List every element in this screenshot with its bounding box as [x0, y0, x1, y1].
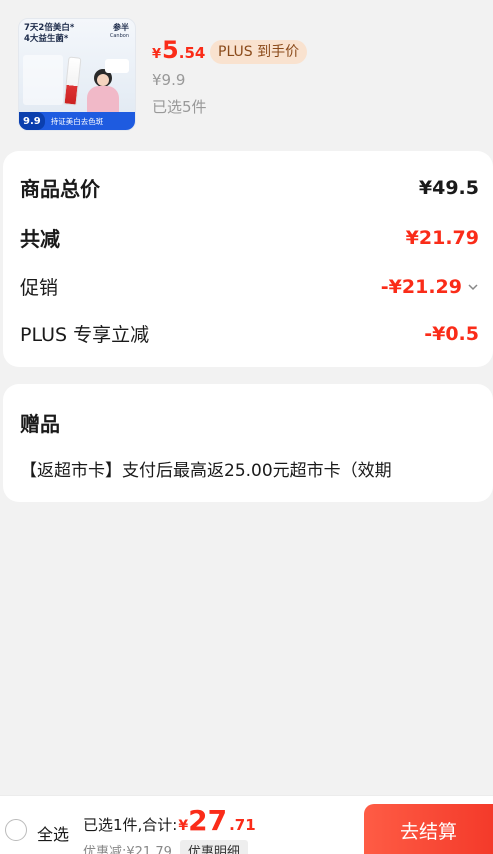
reduction-label: 共减 — [20, 227, 60, 251]
gift-title: 赠品 — [20, 412, 60, 436]
badge-graphic — [105, 59, 129, 73]
product-box-graphic — [23, 55, 63, 105]
plus-price-tag: PLUS 到手价 — [210, 40, 308, 64]
toothpaste-tube-graphic — [63, 56, 82, 106]
thumbnail-headline: 7天2倍美白* 4大益生菌* — [24, 23, 74, 45]
discount-text: 优惠减:¥21.79 — [83, 845, 172, 854]
promotion-value: -¥21.29 — [380, 275, 462, 298]
select-all-checkbox[interactable] — [5, 819, 27, 841]
endorser-graphic — [85, 69, 121, 115]
reduction-value: ¥21.79 — [405, 226, 479, 249]
plus-discount-row: PLUS 专享立减 -¥0.5 — [20, 320, 479, 347]
order-total-currency: ¥ — [178, 818, 189, 834]
thumbnail-brand-en: Canbon — [109, 33, 129, 39]
promotion-value-wrap[interactable]: -¥21.29 — [381, 276, 479, 298]
thumbnail-headline-1: 7天2倍美白* — [24, 23, 75, 33]
checkout-bar: 全选 已选1件,合计: ¥ 27 .71 优惠减:¥21.79 优惠明细 去结算 — [0, 795, 493, 854]
price-integer: 5 — [162, 36, 179, 64]
plus-price: ¥ 5 .54 — [152, 36, 205, 64]
plus-discount-value: -¥0.5 — [424, 322, 479, 345]
discount-detail-button[interactable]: 优惠明细 — [179, 840, 248, 854]
thumbnail-brand: 参半 Canbon — [110, 23, 129, 41]
thumbnail-banner: 9.9 持证美白去色斑 — [19, 112, 135, 130]
price-currency: ¥ — [152, 47, 162, 62]
total-price-value: ¥49.5 — [418, 176, 479, 199]
total-price-label: 商品总价 — [20, 177, 100, 201]
product-header: 7天2倍美白* 4大益生菌* 参半 Canbon 9.9 持证美白去色斑 ¥ 5… — [0, 0, 493, 144]
price-summary-card: 商品总价 ¥49.5 共减 ¥21.79 促销 -¥21.29 PLUS 专享立… — [3, 151, 493, 367]
select-all-label[interactable]: 全选 — [37, 821, 69, 845]
reduction-row: 共减 ¥21.79 — [20, 223, 479, 252]
price-decimal: .54 — [178, 44, 206, 62]
checkout-button[interactable]: 去结算 — [364, 804, 493, 854]
original-price: ¥9.9 — [152, 71, 186, 89]
order-total: 已选1件,合计: ¥ 27 .71 — [83, 804, 256, 837]
gift-description[interactable]: 【返超市卡】支付后最高返25.00元超市卡（效期 — [20, 456, 470, 481]
plus-discount-label: PLUS 专享立减 — [20, 324, 150, 346]
order-total-integer: 27 — [188, 804, 228, 837]
selected-count: 已选5件 — [152, 98, 207, 116]
discount-summary: 优惠减:¥21.79 优惠明细 — [83, 840, 248, 854]
total-price-row: 商品总价 ¥49.5 — [20, 173, 479, 202]
thumbnail-headline-2: 4大益生菌* — [24, 34, 69, 44]
product-thumbnail[interactable]: 7天2倍美白* 4大益生菌* 参半 Canbon 9.9 持证美白去色斑 — [18, 18, 136, 131]
promotion-label: 促销 — [20, 277, 59, 299]
gift-card: 赠品 【返超市卡】支付后最高返25.00元超市卡（效期 — [3, 384, 493, 502]
promotion-row[interactable]: 促销 -¥21.29 — [20, 273, 479, 300]
order-total-label: 已选1件,合计: — [83, 816, 178, 834]
thumbnail-brand-name: 参半 — [113, 23, 129, 32]
order-total-decimal: .71 — [229, 816, 256, 834]
chevron-down-icon[interactable] — [467, 281, 479, 293]
thumbnail-banner-slogan: 持证美白去色斑 — [50, 116, 104, 126]
thumbnail-banner-price: 9.9 — [19, 112, 45, 130]
